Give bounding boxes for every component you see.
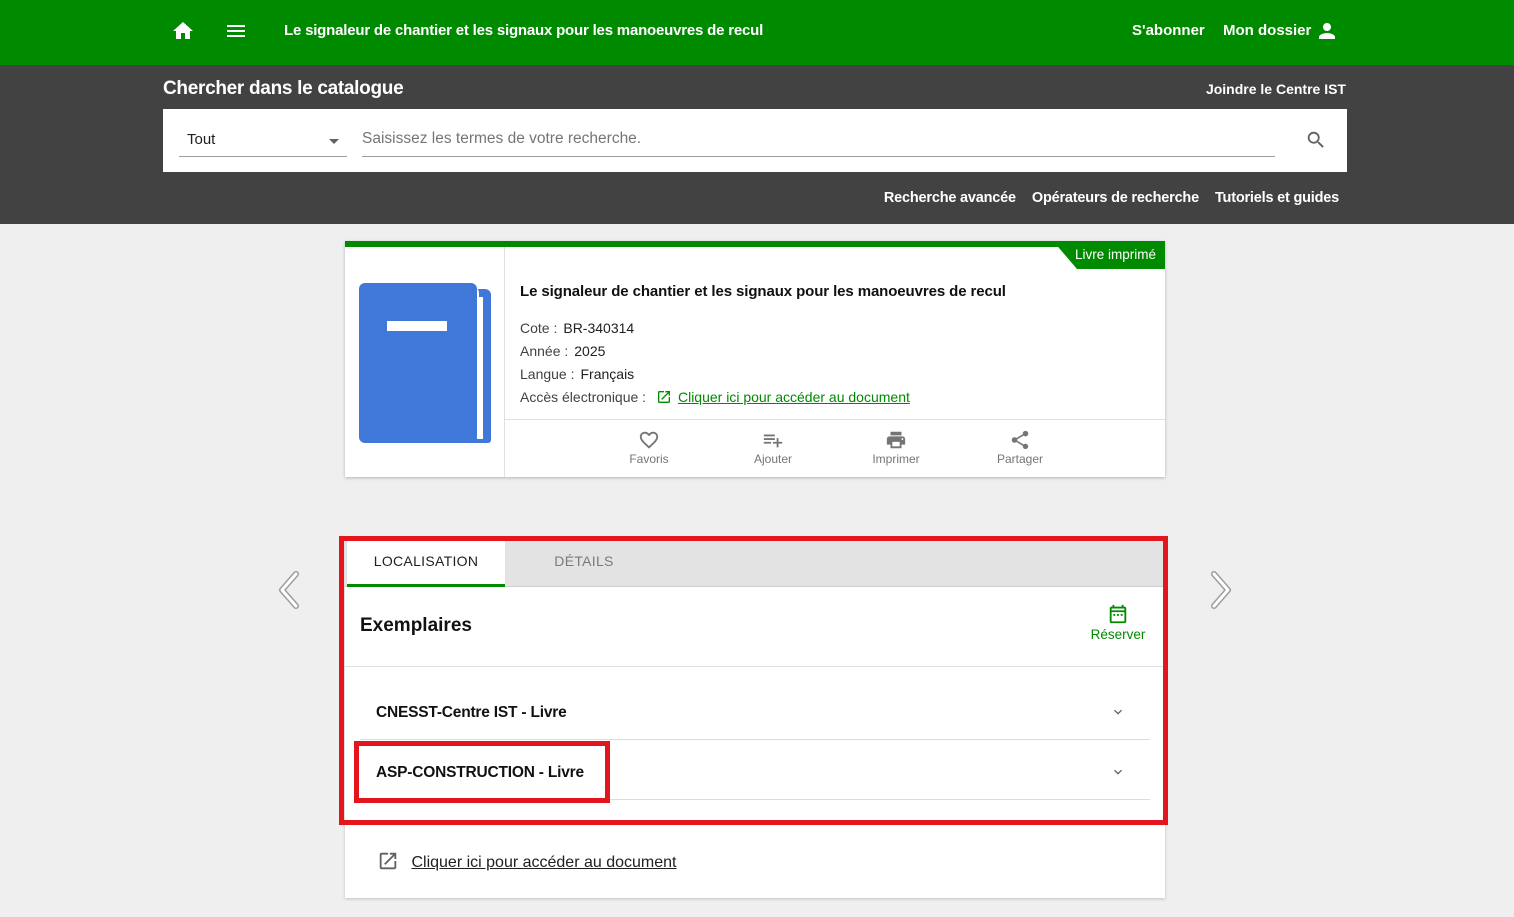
langue-value: Français [580, 366, 635, 382]
page-title: Le signaleur de chantier et les signaux … [284, 22, 764, 39]
annee-label: Année : [520, 343, 569, 359]
print-button[interactable]: Imprimer [856, 429, 936, 466]
search-input[interactable] [362, 121, 1275, 157]
person-icon[interactable] [1315, 19, 1339, 43]
my-account-link[interactable]: Mon dossier [1223, 22, 1311, 39]
search-links: Recherche avancée Opérateurs de recherch… [884, 190, 1339, 206]
meta-cote: Cote : BR-340314 [520, 320, 634, 336]
copies-heading: Exemplaires [360, 615, 472, 636]
tab-localisation[interactable]: LOCALISATION [347, 541, 505, 587]
favorites-label: Favoris [629, 452, 669, 466]
annee-value: 2025 [574, 343, 606, 359]
heart-icon [639, 431, 659, 449]
calendar-icon [1109, 604, 1127, 624]
add-button[interactable]: Ajouter [733, 429, 813, 466]
holdings-panel: LOCALISATION DÉTAILS Exemplaires Réserve… [345, 541, 1165, 898]
favorites-button[interactable]: Favoris [609, 429, 689, 466]
acces-label: Accès électronique : [520, 389, 647, 405]
holding-name: CNESST-Centre IST - Livre [376, 704, 567, 721]
langue-label: Langue : [520, 366, 575, 382]
chevron-right-icon[interactable] [1206, 570, 1236, 610]
print-label: Imprimer [872, 452, 920, 466]
search-scope-value: Tout [187, 131, 216, 148]
playlist-add-icon [763, 434, 783, 448]
subscribe-link[interactable]: S'abonner [1132, 22, 1205, 39]
chevron-left-icon[interactable] [274, 570, 304, 610]
cover-area [345, 247, 505, 477]
home-icon[interactable] [171, 19, 195, 43]
advanced-search-link[interactable]: Recherche avancée [884, 190, 1016, 206]
section-divider [345, 666, 1165, 667]
search-icon[interactable] [1305, 129, 1327, 151]
share-button[interactable]: Partager [980, 429, 1060, 466]
record-card: Livre imprimé Le signaleur de chantier e… [345, 241, 1165, 477]
meta-acces: Accès électronique : Cliquer ici pour ac… [520, 389, 910, 405]
reserve-label: Réserver [1090, 627, 1146, 642]
cote-value: BR-340314 [563, 320, 635, 336]
print-icon [886, 431, 906, 449]
chevron-down-icon[interactable] [1110, 704, 1126, 720]
tutorials-link[interactable]: Tutoriels et guides [1215, 190, 1339, 206]
format-badge: Livre imprimé [1053, 241, 1165, 269]
reserve-button[interactable]: Réserver [1085, 603, 1151, 642]
share-icon [1011, 430, 1029, 450]
search-heading: Chercher dans le catalogue [163, 78, 404, 99]
holding-item[interactable]: CNESST-Centre IST - Livre [360, 682, 1150, 740]
add-label: Ajouter [753, 452, 793, 466]
holding-item[interactable]: ASP-CONSTRUCTION - Livre [360, 742, 1150, 800]
book-icon [359, 283, 491, 443]
meta-annee: Année : 2025 [520, 343, 605, 359]
search-scope-select[interactable]: Tout [179, 121, 347, 157]
search-band: Chercher dans le catalogue Joindre le Ce… [0, 65, 1514, 224]
external-link-icon [657, 391, 670, 403]
tab-bar: LOCALISATION DÉTAILS [345, 541, 1165, 587]
external-link-icon [379, 852, 397, 870]
share-label: Partager [996, 452, 1044, 466]
card-divider [505, 419, 1165, 420]
chevron-down-icon[interactable] [1110, 764, 1126, 780]
holding-name: ASP-CONSTRUCTION - Livre [376, 764, 584, 781]
top-bar: Le signaleur de chantier et les signaux … [0, 0, 1514, 65]
bottom-access: Cliquer ici pour accéder au document [377, 850, 676, 872]
meta-langue: Langue : Français [520, 366, 634, 382]
tab-details[interactable]: DÉTAILS [505, 541, 663, 587]
cote-label: Cote : [520, 320, 558, 336]
bottom-access-link[interactable]: Cliquer ici pour accéder au document [411, 854, 676, 871]
search-box: Tout [163, 109, 1347, 172]
record-title[interactable]: Le signaleur de chantier et les signaux … [520, 283, 1006, 300]
join-link[interactable]: Joindre le Centre IST [1206, 81, 1346, 97]
access-document-link[interactable]: Cliquer ici pour accéder au document [678, 389, 910, 405]
search-operators-link[interactable]: Opérateurs de recherche [1032, 190, 1199, 206]
dropdown-caret-icon [329, 139, 339, 144]
menu-icon[interactable] [224, 19, 248, 43]
